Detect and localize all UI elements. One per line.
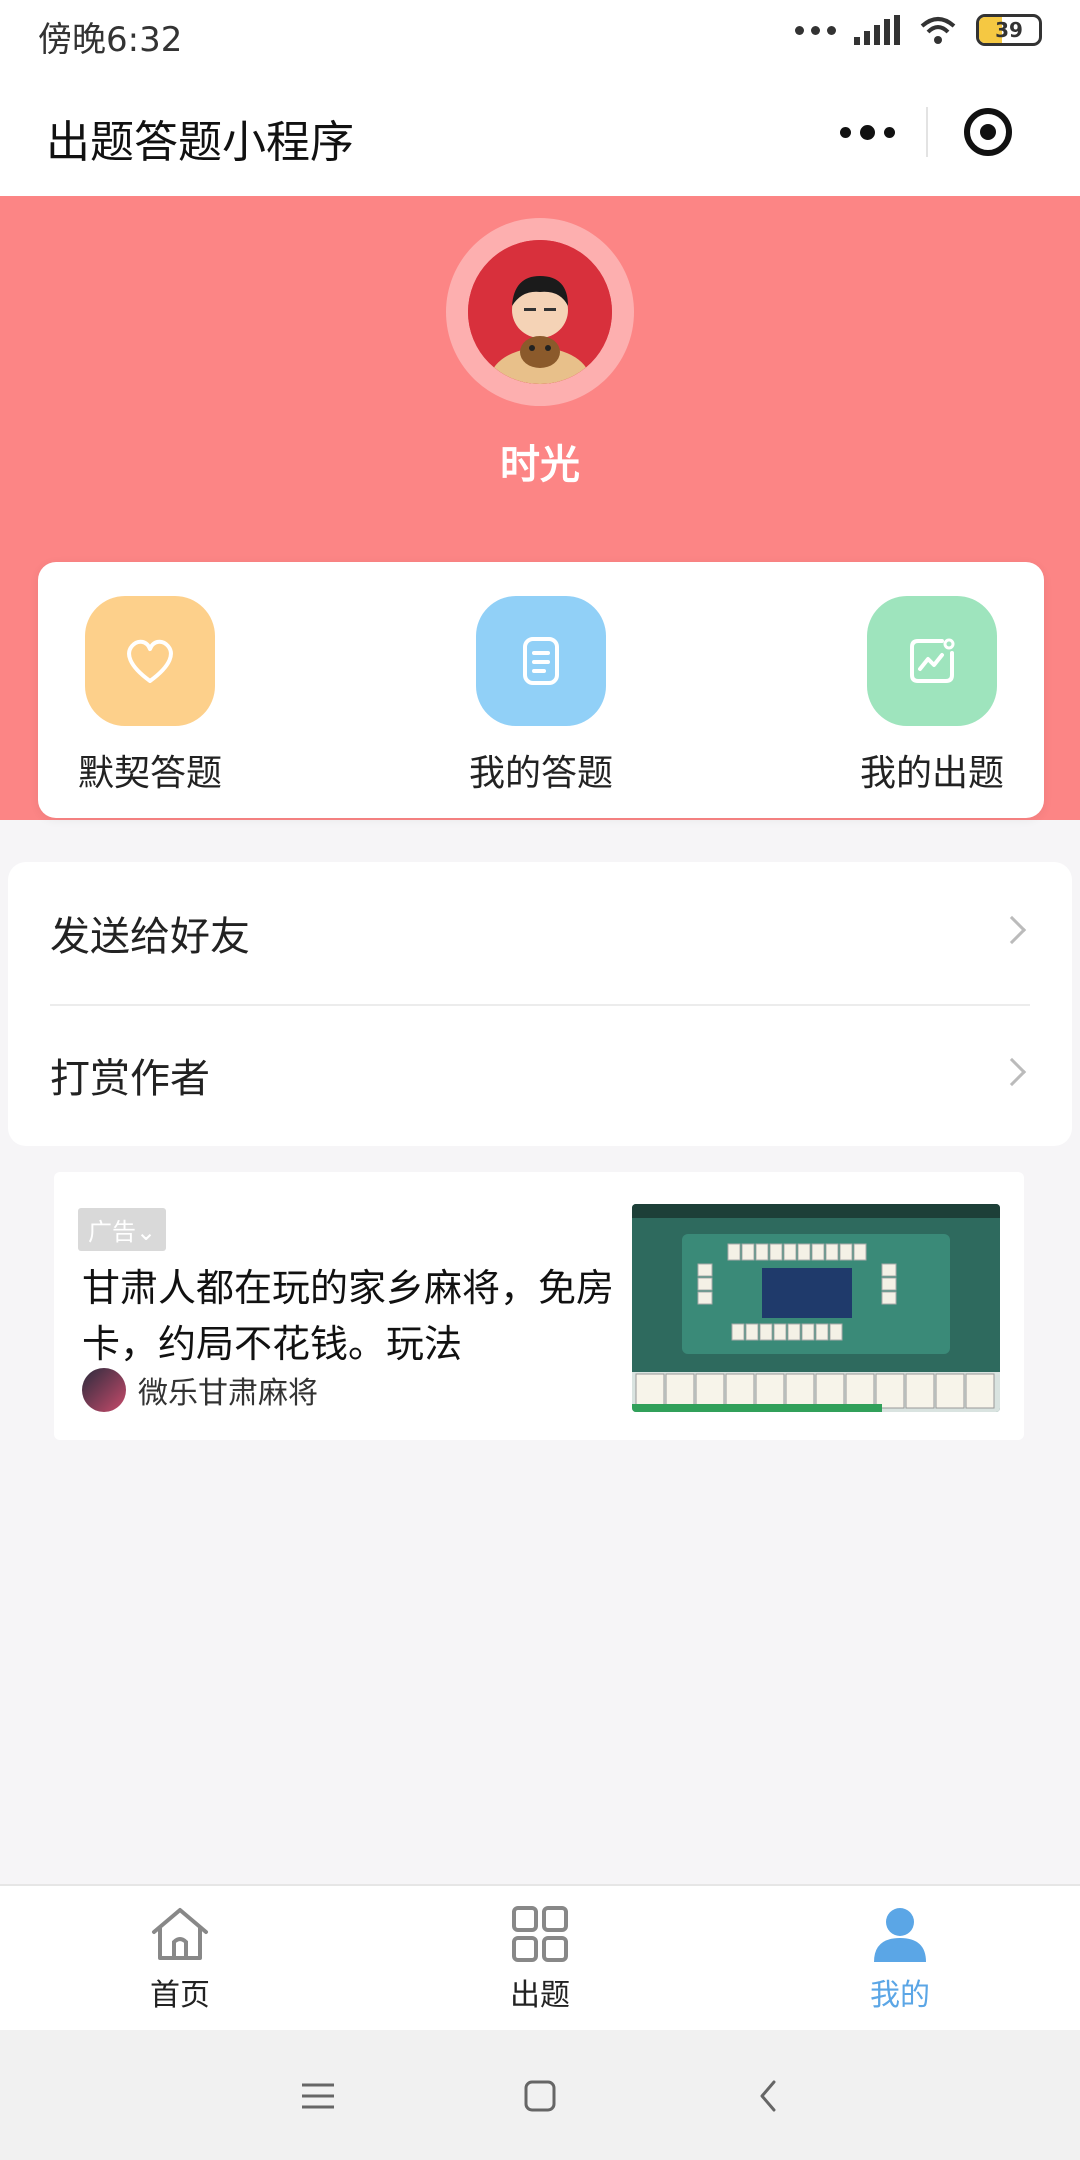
back-button[interactable] [738,2066,798,2126]
battery-level: 39 [995,18,1023,42]
avatar-illustration [468,240,612,384]
menu-button[interactable] [288,2066,348,2126]
back-arrow-icon [760,2080,776,2112]
quick-action-my-answers[interactable]: 我的答题 [441,596,641,796]
quick-action-label: 我的答题 [468,753,613,794]
quick-actions-card: 默契答题 我的答题 我的出题 [38,562,1044,818]
hamburger-icon [302,2083,334,2109]
close-target-icon [964,108,1012,156]
mahjong-game-illustration [632,1204,1000,1412]
heart-icon [85,596,215,726]
chevron-right-icon [997,915,1027,945]
ad-card[interactable]: 广告⌄ 甘肃人都在玩的家乡麻将，免房卡，约局不花钱。玩法 微乐甘肃麻将 [54,1172,1024,1440]
status-bar: 傍晚6:32 39 [0,0,1080,70]
menu-item-send-to-friend[interactable]: 发送给好友 [8,862,1072,1004]
status-time: 傍晚6:32 [38,20,183,60]
username: 时光 [500,442,580,488]
nav-bar: 出题答题小程序 [0,70,1080,196]
chevron-right-icon [997,1057,1027,1087]
wifi-icon [920,17,956,44]
avatar-halo [446,218,634,406]
quick-action-label: 默契答题 [77,753,222,794]
tab-bar: 首页 出题 我的 [0,1884,1080,2030]
more-button[interactable] [808,96,926,168]
image-edit-icon [867,596,997,726]
system-nav-bar [0,2030,1080,2160]
tab-label: 出题 [510,1978,570,2013]
status-icons: 39 [795,14,1042,46]
ad-brand-name: 微乐甘肃麻将 [138,1376,318,1411]
document-icon [476,596,606,726]
home-icon [152,1908,208,1960]
tab-home[interactable]: 首页 [80,1904,280,2014]
close-button[interactable] [928,96,1048,168]
battery-icon: 39 [976,14,1042,46]
more-notifications-icon [795,25,836,35]
user-icon [874,1908,926,1962]
tab-label: 我的 [870,1978,930,2013]
tab-mine[interactable]: 我的 [800,1904,1000,2014]
page-title: 出题答题小程序 [46,117,354,168]
tab-create-question[interactable]: 出题 [440,1904,640,2014]
grid-icon [512,1906,568,1962]
ad-brand-avatar [82,1368,126,1412]
ad-image[interactable] [632,1204,1000,1412]
mini-program-capsule [808,96,1048,168]
signal-icon [854,15,900,45]
quick-action-tacit-quiz[interactable]: 默契答题 [50,596,250,796]
tab-label: 首页 [150,1978,210,2013]
menu-card: 发送给好友 打赏作者 [8,862,1072,1146]
menu-item-tip-author[interactable]: 打赏作者 [8,1004,1072,1146]
quick-action-label: 我的出题 [859,753,1004,794]
quick-action-my-questions[interactable]: 我的出题 [832,596,1032,796]
home-button[interactable] [510,2066,570,2126]
menu-item-label: 发送给好友 [50,914,250,960]
ad-text: 甘肃人都在玩的家乡麻将，免房卡，约局不花钱。玩法 [82,1266,615,1366]
ad-badge[interactable]: 广告⌄ [78,1208,167,1251]
menu-item-label: 打赏作者 [50,1056,210,1102]
ad-brand: 微乐甘肃麻将 [82,1368,318,1412]
avatar[interactable] [468,240,612,384]
square-icon [524,2080,556,2112]
